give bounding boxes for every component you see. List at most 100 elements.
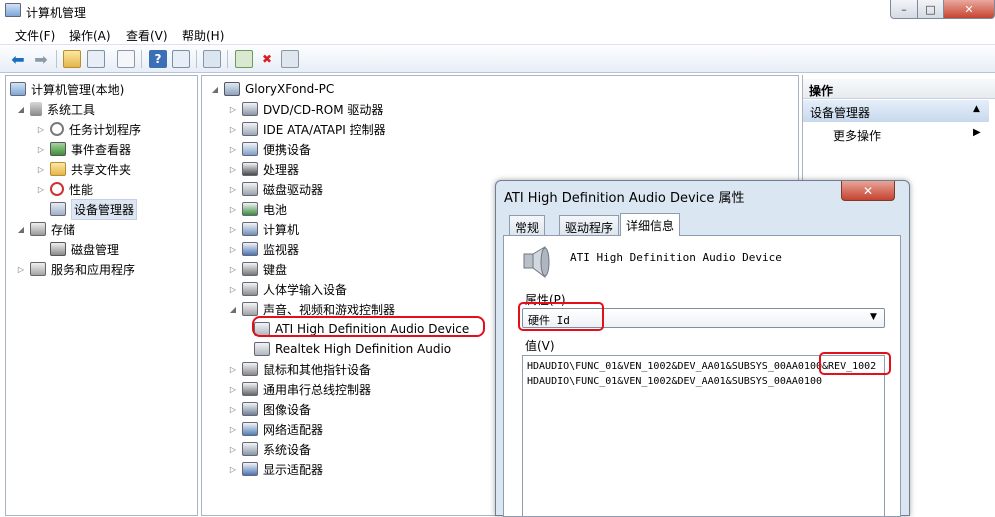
- window-title: 计算机管理: [26, 6, 87, 20]
- device-category[interactable]: ▷ 便携设备: [228, 139, 311, 159]
- device-category[interactable]: ▷ 电池: [228, 199, 287, 219]
- device-category[interactable]: ▷ IDE ATA/ATAPI 控制器: [228, 119, 386, 139]
- device-category[interactable]: ▷ DVD/CD-ROM 驱动器: [228, 99, 383, 119]
- collapse-section-icon[interactable]: ▲: [973, 104, 980, 114]
- properties-dialog: ATI High Definition Audio Device 属性 ✕ 常规…: [495, 180, 910, 517]
- tab-details[interactable]: 详细信息: [620, 213, 681, 236]
- device-category-icon: [242, 202, 258, 216]
- tools-icon: [30, 102, 42, 116]
- device-category[interactable]: ▷ 鼠标和其他指针设备: [228, 359, 371, 379]
- device-category[interactable]: ▷ 磁盘驱动器: [228, 179, 323, 199]
- tree-item-label: Realtek High Definition Audio: [275, 342, 452, 356]
- device-category-icon: [242, 222, 258, 236]
- expand-icon[interactable]: ▷: [228, 405, 238, 414]
- expand-icon[interactable]: ▷: [228, 245, 238, 254]
- device-category[interactable]: ▷ 通用串行总线控制器: [228, 379, 371, 399]
- list-item[interactable]: HDAUDIO\FUNC_01&VEN_1002&DEV_AA01&SUBSYS…: [527, 376, 822, 387]
- scan-hardware-icon[interactable]: [203, 50, 221, 68]
- tree-item-system-tools[interactable]: ◢ 系统工具: [16, 99, 95, 119]
- annotation-highlight-property: [518, 302, 604, 331]
- maximize-button[interactable]: □: [917, 0, 944, 19]
- value-list[interactable]: HDAUDIO\FUNC_01&VEN_1002&DEV_AA01&SUBSYS…: [522, 355, 885, 517]
- tree-item-label: 共享文件夹: [71, 162, 132, 177]
- tree-item-computer-management[interactable]: 计算机管理(本地): [10, 79, 124, 99]
- help-icon[interactable]: ?: [149, 50, 167, 68]
- dialog-close-button[interactable]: ✕: [841, 181, 895, 201]
- collapse-icon[interactable]: ◢: [210, 85, 220, 94]
- device-category[interactable]: ▷ 网络适配器: [228, 419, 323, 439]
- expand-icon[interactable]: ▷: [228, 365, 238, 374]
- tree-item-root[interactable]: ◢ GloryXFond-PC: [210, 79, 334, 99]
- expand-icon[interactable]: ▷: [228, 165, 238, 174]
- action-pane-icon[interactable]: [172, 50, 190, 68]
- tree-item-disk-management[interactable]: 磁盘管理: [50, 239, 119, 259]
- expand-icon[interactable]: ▷: [228, 125, 238, 134]
- tab-driver[interactable]: 驱动程序: [559, 215, 620, 236]
- tree-item-event-viewer[interactable]: ▷ 事件查看器: [36, 139, 131, 159]
- navigation-tree: 计算机管理(本地) ◢ 系统工具 ▷ 任务计划程序 ▷ 事件查看器 ▷ 共享文件…: [5, 75, 198, 516]
- device-category[interactable]: ▷ 系统设备: [228, 439, 311, 459]
- tab-general[interactable]: 常规: [509, 215, 546, 236]
- properties-icon[interactable]: [117, 50, 135, 68]
- expand-icon[interactable]: ▷: [228, 145, 238, 154]
- expand-icon[interactable]: ▷: [228, 205, 238, 214]
- uninstall-icon[interactable]: ✖: [258, 50, 276, 68]
- expand-icon[interactable]: ▷: [228, 185, 238, 194]
- expand-icon[interactable]: ▷: [36, 125, 46, 134]
- tree-item-task-scheduler[interactable]: ▷ 任务计划程序: [36, 119, 141, 139]
- forward-arrow-icon[interactable]: ➡: [32, 50, 50, 69]
- show-tree-icon[interactable]: [87, 50, 105, 68]
- collapse-icon[interactable]: ◢: [16, 105, 26, 114]
- collapse-icon[interactable]: ◢: [228, 305, 238, 314]
- storage-icon: [30, 222, 46, 236]
- expand-icon[interactable]: ▷: [16, 265, 26, 274]
- update-driver-icon[interactable]: [235, 50, 253, 68]
- more-actions-item[interactable]: 更多操作: [833, 127, 881, 144]
- tree-item-label: 通用串行总线控制器: [263, 382, 372, 397]
- disable-device-icon[interactable]: [281, 50, 299, 68]
- up-folder-icon[interactable]: [63, 50, 81, 68]
- tree-item-label: 事件查看器: [71, 142, 132, 157]
- expand-icon[interactable]: ▷: [228, 225, 238, 234]
- device-category[interactable]: ▷ 计算机: [228, 219, 299, 239]
- device-category[interactable]: ▷ 键盘: [228, 259, 287, 279]
- tree-item-label: 便携设备: [263, 142, 312, 157]
- tree-item-services-apps[interactable]: ▷ 服务和应用程序: [16, 259, 135, 279]
- collapse-icon[interactable]: ◢: [16, 225, 26, 234]
- menu-help[interactable]: 帮助(H): [182, 27, 224, 44]
- tree-item-label: 网络适配器: [263, 422, 324, 437]
- tree-item-device-manager[interactable]: 设备管理器: [50, 198, 138, 220]
- disk-icon: [50, 242, 66, 256]
- expand-icon[interactable]: ▷: [36, 145, 46, 154]
- menu-action[interactable]: 操作(A): [69, 27, 111, 44]
- expand-icon[interactable]: ▷: [228, 465, 238, 474]
- expand-icon[interactable]: ▷: [228, 105, 238, 114]
- menu-bar: 文件(F) 操作(A) 查看(V) 帮助(H): [0, 24, 995, 45]
- close-button[interactable]: ✕: [943, 0, 995, 19]
- device-category-icon: [242, 102, 258, 116]
- device-item[interactable]: Realtek High Definition Audio: [254, 339, 451, 359]
- dropdown-arrow-icon[interactable]: ▼: [870, 312, 877, 322]
- device-category[interactable]: ▷ 监视器: [228, 239, 299, 259]
- device-category[interactable]: ▷ 显示适配器: [228, 459, 323, 479]
- menu-file[interactable]: 文件(F): [15, 27, 55, 44]
- minimize-button[interactable]: –: [890, 0, 918, 19]
- expand-icon[interactable]: ▷: [228, 265, 238, 274]
- back-arrow-icon[interactable]: ⬅: [9, 50, 27, 69]
- device-category[interactable]: ▷ 图像设备: [228, 399, 311, 419]
- expand-icon[interactable]: ▷: [228, 425, 238, 434]
- tree-item-storage[interactable]: ◢ 存储: [16, 219, 75, 239]
- toolbar-separator: [56, 50, 57, 68]
- device-category[interactable]: ▷ 处理器: [228, 159, 299, 179]
- tree-item-shared-folders[interactable]: ▷ 共享文件夹: [36, 159, 131, 179]
- expand-icon[interactable]: ▷: [228, 445, 238, 454]
- menu-view[interactable]: 查看(V): [126, 27, 168, 44]
- device-category[interactable]: ▷ 人体学输入设备: [228, 279, 347, 299]
- expand-icon[interactable]: ▷: [36, 165, 46, 174]
- expand-icon[interactable]: ▷: [228, 285, 238, 294]
- tree-item-performance[interactable]: ▷ 性能: [36, 179, 93, 199]
- expand-icon[interactable]: ▷: [228, 385, 238, 394]
- expand-icon[interactable]: ▷: [36, 185, 46, 194]
- tree-item-label: 服务和应用程序: [51, 262, 136, 277]
- actions-section-device-manager[interactable]: 设备管理器: [803, 100, 989, 122]
